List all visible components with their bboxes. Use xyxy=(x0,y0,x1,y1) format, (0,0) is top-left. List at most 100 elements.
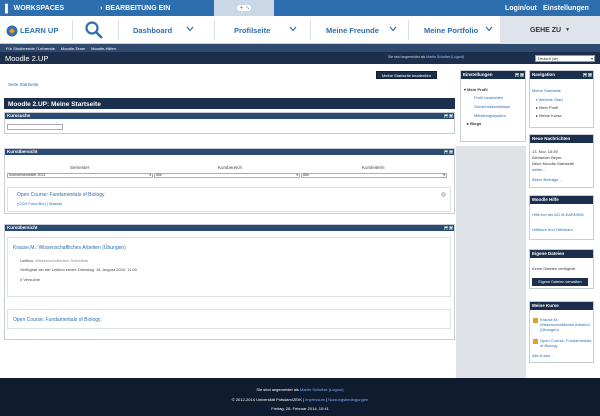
semester-select[interactable]: Sommersemester 2013 ▾ xyxy=(7,173,153,178)
chevron-down-icon[interactable] xyxy=(185,24,195,34)
main-nav: LEARN UP Dashboard Profilseite Meine Fre… xyxy=(0,16,600,44)
collapse-icon[interactable]: ▢ xyxy=(588,73,592,78)
nav-dashboard[interactable]: Dashboard xyxy=(133,16,172,44)
my-course-link[interactable]: Open Course: Fundamentals of Biology xyxy=(540,338,592,348)
block-header: Kursübersicht ◧ ▢ xyxy=(5,225,454,231)
edit-startpage-button[interactable]: Meine Startseite bearbeiten xyxy=(376,71,437,79)
attempts-text: 0 Versuche xyxy=(20,277,41,282)
course-sublinks[interactable]: (OCH Fund.Bio) | Wassip xyxy=(17,201,62,206)
goto-menu[interactable]: GEHE ZU ▼ xyxy=(500,16,600,44)
settings-link[interactable]: Mitteilungssystem xyxy=(474,113,506,118)
chevron-down-icon[interactable] xyxy=(288,24,298,34)
semester-label: Semester xyxy=(70,165,90,170)
caret-down-icon: ▾ xyxy=(149,173,151,177)
mein-profil-node[interactable]: ▾ Mein Profil xyxy=(464,87,488,92)
kursuebersicht-block-1: Kursübersicht ◧ ▢ Semester Kursbereich K… xyxy=(4,148,455,214)
login-out-link[interactable]: Login/out xyxy=(505,0,537,16)
logo[interactable]: LEARN UP xyxy=(6,22,64,39)
hilfe-block: Moodle Hilfe Hilfe bei der AG eLEARNING … xyxy=(529,195,594,240)
navigation-block: Navigation ◧ ▢ Meine Startseite ▪ Websit… xyxy=(529,70,594,128)
lektion-info: Lektion: Wissenschaftliches Schreiben xyxy=(20,258,89,263)
footer-login: Sie sind angemeldet als Martin Schultze … xyxy=(256,387,344,392)
logout-link[interactable]: (Logout) xyxy=(451,55,464,59)
title-bar: Moodle 2.UP Sie sind angemeldet als Mart… xyxy=(0,52,600,64)
nav-meine-startseite[interactable]: Meine Startseite xyxy=(532,88,561,93)
kursuebersicht-block-2: Kursübersicht ◧ ▢ Krause,M.: Wissenschaf… xyxy=(4,224,455,340)
dock-icon[interactable]: ◧ xyxy=(444,114,448,119)
language-select[interactable]: Deutsch (de) ▾ xyxy=(535,54,595,62)
impressum-link[interactable]: Impressum xyxy=(305,397,325,402)
nutzung-link[interactable]: Nutzungsbedingungen xyxy=(328,397,368,402)
course-link[interactable]: Krause,M.: Wissenschaftliches Arbeiten (… xyxy=(13,245,126,251)
course-link[interactable]: Open Course: Fundamentals of Biology xyxy=(17,192,105,198)
footer-user-link[interactable]: Martin Schultze xyxy=(300,387,328,392)
login-info: Sie sind angemeldet als Martin Schultze … xyxy=(388,55,465,59)
news-more-link[interactable]: weiter... xyxy=(532,167,546,172)
course-card: Krause,M.: Wissenschaftliches Arbeiten (… xyxy=(7,237,451,297)
search-button[interactable] xyxy=(84,20,106,40)
dock-icon[interactable]: ◧ xyxy=(444,226,448,231)
news-text: Neue Moodle-Startseite xyxy=(532,161,575,166)
dock-icon[interactable]: ◧ xyxy=(515,73,519,78)
lektion-link[interactable]: Wissenschaftliches Schreiben xyxy=(35,258,88,263)
block-header: Neue Nachrichten xyxy=(530,135,593,143)
info-icon[interactable]: i xyxy=(441,192,446,197)
user-link[interactable]: Martin Schultze xyxy=(426,55,450,59)
availability-text: Verfügbar bei der Lektion endet: Diensta… xyxy=(20,267,137,272)
subnav-item[interactable]: Moodle-Hilfen xyxy=(91,46,116,51)
dock-icon[interactable]: ◧ xyxy=(583,73,587,78)
course-card: Open Course: Fundamentals of Biology xyxy=(7,309,451,329)
edit-mode-toggle[interactable]: › BEARBEITUNG EIN xyxy=(100,0,170,16)
workspaces-menu[interactable]: ▌ WORKSPACES xyxy=(5,0,64,16)
settings-link[interactable]: Profil bearbeiten xyxy=(474,95,503,100)
course-search-input[interactable] xyxy=(7,124,63,130)
kurse-block: Meine Kurse Krause,M.: Wissenschaftliche… xyxy=(529,301,594,363)
chevron-right-icon: › xyxy=(100,4,103,12)
caret-down-icon: ▼ xyxy=(565,27,571,33)
logo-text: LEARN UP xyxy=(20,26,59,35)
breadcrumb[interactable]: Seite Startseite xyxy=(8,82,39,87)
help-link[interactable]: Hilfeture und Hilfeteam xyxy=(532,227,573,232)
dock-icon[interactable]: ◧ xyxy=(444,150,448,155)
collapse-icon[interactable]: ▢ xyxy=(449,150,453,155)
blogs-node[interactable]: ▸ Blogs xyxy=(467,121,481,126)
kursbereich-select[interactable]: Alle ▾ xyxy=(154,173,300,178)
settings-link[interactable]: Einstellungen xyxy=(543,0,589,16)
collapse-icon[interactable]: ▢ xyxy=(449,114,453,119)
kurssuche-block: Kurssuche ◧ ▢ xyxy=(4,112,455,134)
games-button[interactable] xyxy=(214,0,274,16)
nav-meine-freunde[interactable]: Meine Freunde xyxy=(326,16,379,44)
menu-icon: ▌ xyxy=(5,3,11,13)
nav-website-start[interactable]: ▪ Website-Start xyxy=(536,97,563,102)
subnav-item[interactable]: Für Studierende / Lehrende xyxy=(6,46,55,51)
sub-nav: Für Studierende / Lehrende Moodle-Team M… xyxy=(0,44,600,52)
news-all-link[interactable]: Ältere Beiträge ... xyxy=(532,177,563,182)
collapse-icon[interactable]: ▢ xyxy=(520,73,524,78)
caret-down-icon: ▾ xyxy=(296,173,298,177)
nachrichten-block: Neue Nachrichten 13. Nov, 15:39 Alexande… xyxy=(529,134,594,188)
footer-logout-link[interactable]: (Logout) xyxy=(329,387,344,392)
settings-link[interactable]: Sicherheitsschlüssel xyxy=(474,104,510,109)
collapse-icon[interactable]: ▢ xyxy=(449,226,453,231)
chevron-down-icon[interactable] xyxy=(484,24,494,34)
nav-meine-kurse[interactable]: ▸ Meine Kurse xyxy=(536,113,562,118)
nav-mein-profil[interactable]: ▸ Mein Profil xyxy=(536,105,558,110)
manage-files-button[interactable]: Eigene Dateien verwalten xyxy=(532,278,588,286)
kursbereich-label: Kursbereich xyxy=(218,165,243,170)
nav-meine-portfolio[interactable]: Meine Portfolio xyxy=(424,16,478,44)
block-header: Kurssuche ◧ ▢ xyxy=(5,113,454,119)
course-icon xyxy=(533,318,538,323)
column-filler xyxy=(456,146,526,378)
nav-profilseite[interactable]: Profilseite xyxy=(234,16,270,44)
course-link[interactable]: Open Course: Fundamentals of Biology xyxy=(13,317,101,323)
goto-label: GEHE ZU xyxy=(529,26,562,34)
footer-copyright: © 2012-2014 Universität Potsdam/ZEIK | I… xyxy=(231,397,369,402)
subnav-item[interactable]: Moodle-Team xyxy=(61,46,85,51)
chevron-down-icon[interactable] xyxy=(388,24,398,34)
kursleiterin-select[interactable]: Alle ▾ xyxy=(301,173,447,178)
all-courses-link[interactable]: Alle Kurse ... xyxy=(532,353,555,358)
news-author: Alexander Beyer xyxy=(532,155,562,160)
block-header: Meine Kurse xyxy=(530,302,593,310)
my-course-link[interactable]: Krause,M.: Wissenschaftliches Arbeiten (… xyxy=(540,317,592,332)
help-link[interactable]: Hilfe bei der AG eLEARNING xyxy=(532,212,584,217)
